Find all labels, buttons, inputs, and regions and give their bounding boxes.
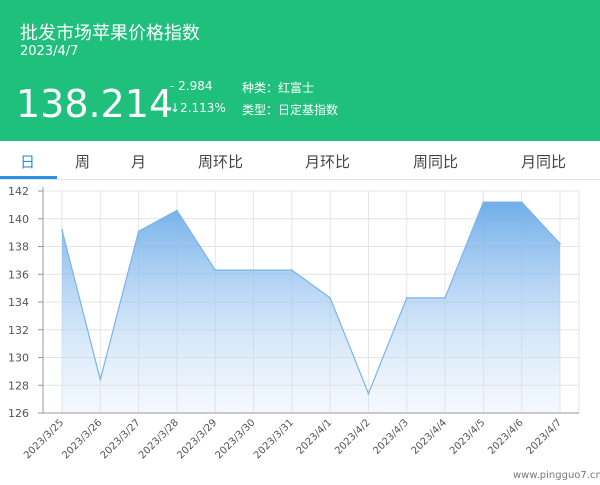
data-point — [444, 297, 446, 299]
x-tick-label: 2023/3/31 — [252, 417, 296, 461]
x-tick-label: 2023/4/3 — [371, 417, 411, 457]
watermark: www.pingguo7.cn — [513, 470, 600, 481]
data-point — [214, 269, 217, 271]
data-point — [176, 209, 178, 212]
data-point — [291, 269, 293, 271]
data-point — [99, 378, 102, 381]
data-point — [520, 201, 523, 203]
y-tick-label: 132 — [8, 324, 29, 337]
y-tick-label: 126 — [8, 407, 29, 420]
x-tick-label: 2023/3/28 — [137, 417, 181, 461]
data-point — [405, 297, 408, 299]
y-tick-label: 130 — [8, 352, 29, 365]
y-tick-label: 128 — [8, 379, 29, 392]
y-tick-label: 136 — [8, 268, 29, 281]
data-point — [367, 392, 370, 395]
x-tick-label: 2023/3/27 — [99, 417, 143, 461]
x-tick-label: 2023/4/6 — [486, 417, 526, 457]
price-chart: 1421401381361341321301281262023/3/252023… — [8, 185, 580, 461]
x-tick-label: 2023/4/4 — [410, 417, 450, 457]
x-tick-label: 2023/3/30 — [214, 417, 258, 461]
data-point — [137, 230, 140, 233]
data-point — [559, 242, 561, 245]
x-tick-label: 2023/3/25 — [22, 417, 66, 461]
x-tick-label: 2023/4/2 — [333, 417, 373, 457]
x-tick-label: 2023/3/26 — [60, 417, 104, 461]
series-area — [62, 202, 560, 413]
y-tick-label: 140 — [8, 213, 29, 226]
y-tick-label: 138 — [8, 241, 29, 254]
data-point — [252, 269, 255, 271]
x-tick-label: 2023/4/7 — [525, 417, 565, 457]
data-point — [61, 229, 63, 231]
data-point — [329, 297, 331, 299]
data-point — [482, 201, 485, 203]
x-tick-label: 2023/4/5 — [448, 417, 488, 457]
x-tick-label: 2023/4/1 — [295, 417, 335, 457]
y-tick-label: 134 — [8, 296, 29, 309]
x-tick-label: 2023/3/29 — [175, 417, 219, 461]
y-tick-label: 142 — [8, 185, 29, 198]
